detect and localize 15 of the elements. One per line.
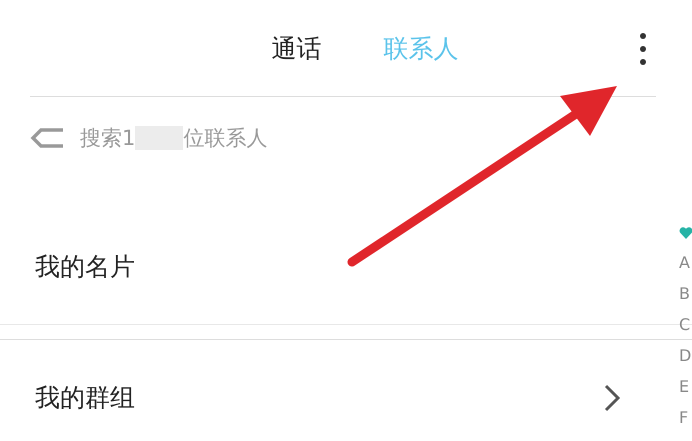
heart-icon[interactable] [679,226,692,240]
index-letter[interactable]: A [679,254,690,271]
list-item[interactable]: 我的群组 [35,381,135,414]
index-letter[interactable]: C [679,316,690,333]
tab[interactable]: 联系人 [384,32,458,66]
search-field[interactable]: 搜索1 位联系人 [30,97,268,179]
index-letter[interactable]: F [679,409,688,426]
more-menu-icon[interactable] [639,32,647,66]
search-placeholder: 位联系人 [183,125,268,152]
index-letter[interactable]: E [679,378,690,395]
index-letter[interactable]: D [679,347,692,364]
tab[interactable]: 通话 [272,32,322,66]
list-item[interactable]: 我的名片 [35,250,135,283]
index-letter[interactable]: B [679,285,690,302]
search-placeholder: 搜索1 [80,125,136,152]
